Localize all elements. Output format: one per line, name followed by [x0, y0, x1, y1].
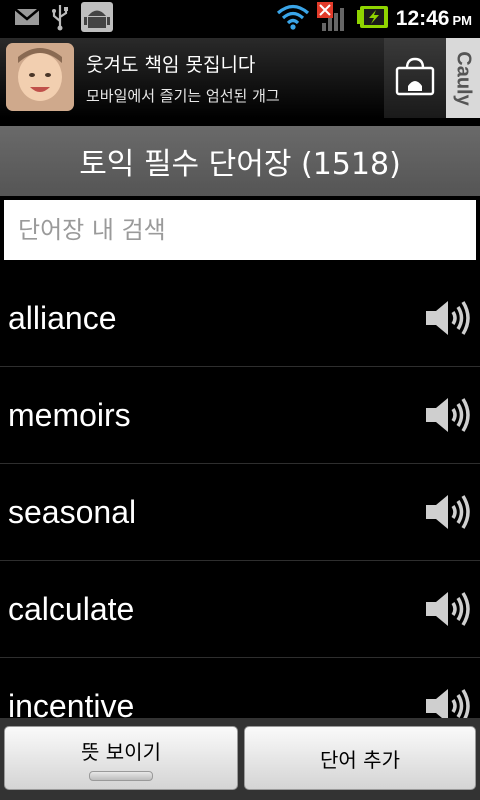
battery-charging-icon	[356, 4, 390, 34]
word-list[interactable]: alliance memoirs seasonal calculate ince…	[0, 270, 480, 718]
toggle-indicator	[89, 770, 153, 781]
search-input[interactable]	[4, 200, 476, 260]
android-debug-icon	[80, 1, 114, 37]
word-text: seasonal	[8, 493, 137, 530]
list-item[interactable]: alliance	[0, 270, 480, 367]
wifi-icon	[276, 4, 310, 34]
list-item[interactable]: calculate	[0, 561, 480, 658]
bottom-button-bar: 뜻 보이기 단어 추가	[0, 718, 480, 800]
speaker-icon[interactable]	[424, 589, 472, 629]
market-button[interactable]	[384, 38, 446, 118]
signal-no-service-icon	[316, 1, 350, 37]
add-word-label: 단어 추가	[320, 747, 400, 772]
add-word-button[interactable]: 단어 추가	[244, 726, 476, 790]
speaker-icon[interactable]	[424, 492, 472, 532]
page-title: 토익 필수 단어장 (1518)	[0, 126, 480, 196]
clock-time: 12:46	[395, 7, 450, 30]
show-meaning-button[interactable]: 뜻 보이기	[4, 726, 238, 790]
clock: 12:46 PM	[396, 7, 472, 31]
shopping-bag-icon	[393, 56, 437, 100]
status-bar: 12:46 PM	[0, 0, 480, 38]
speaker-icon[interactable]	[424, 686, 472, 718]
ad-title: 웃겨도 책임 못집니다	[86, 54, 256, 76]
gmail-icon	[14, 7, 40, 31]
list-item[interactable]: seasonal	[0, 464, 480, 561]
speaker-icon[interactable]	[424, 298, 472, 338]
list-item[interactable]: incentive	[0, 658, 480, 718]
cauly-brand: Cauly	[452, 50, 475, 106]
ad-banner[interactable]: 웃겨도 책임 못집니다 모바일에서 즐기는 엄선된 개그 Cauly	[0, 38, 480, 118]
ad-thumbnail	[6, 43, 74, 111]
cauly-logo: Cauly	[446, 38, 480, 118]
ad-subtitle: 모바일에서 즐기는 엄선된 개그	[86, 87, 280, 105]
list-item[interactable]: memoirs	[0, 367, 480, 464]
clock-ampm: PM	[452, 13, 473, 28]
speaker-icon[interactable]	[424, 395, 472, 435]
word-text: calculate	[8, 590, 135, 627]
show-meaning-label: 뜻 보이기	[81, 739, 161, 764]
usb-icon	[50, 3, 70, 35]
word-text: alliance	[8, 299, 117, 336]
word-text: memoirs	[8, 396, 131, 433]
word-text: incentive	[8, 687, 135, 719]
